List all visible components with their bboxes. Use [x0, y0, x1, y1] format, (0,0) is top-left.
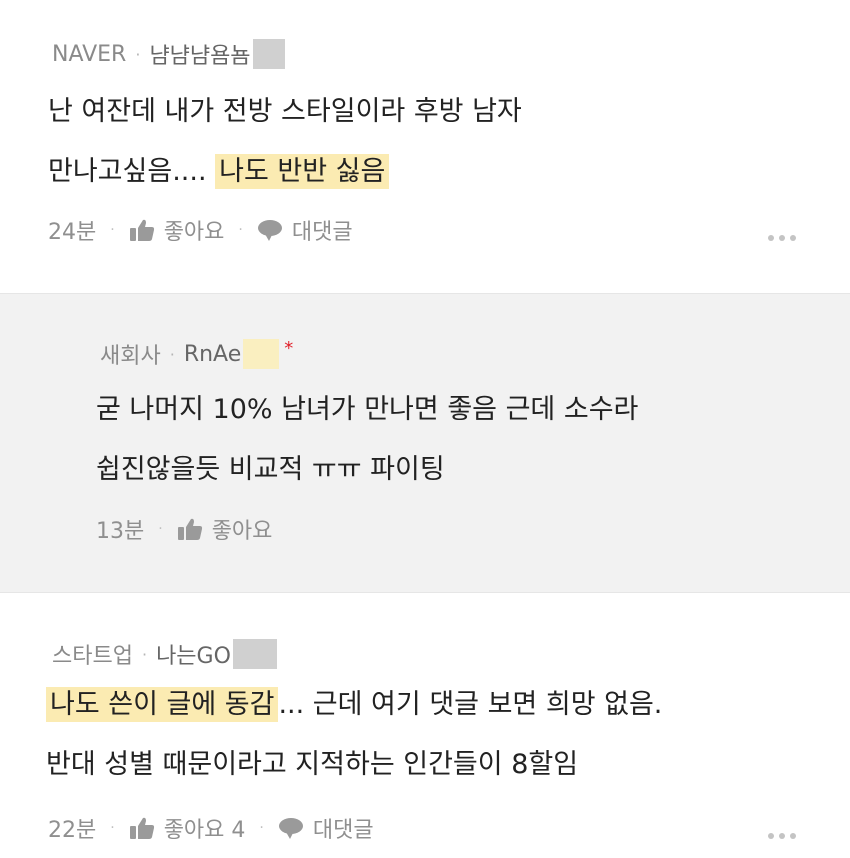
reply-comment-item: 새회사 · RnAe * 굳 나머지 10% 남녀가 만나면 좋음 근데 소수라…	[0, 293, 850, 593]
like-button[interactable]: 좋아요	[177, 513, 273, 545]
comment-meta: NAVER · 냠냠냠욤뇸	[52, 38, 285, 70]
comment-text: 나도 쓴이 글에 동감... 근데 여기 댓글 보면 희망 없음. 반대 성별 …	[46, 675, 662, 795]
username[interactable]: 나는GO	[156, 638, 231, 670]
thumbs-up-icon	[177, 518, 202, 540]
separator-dot: ·	[110, 820, 115, 836]
more-options-button[interactable]	[768, 235, 796, 241]
reply-label: 대댓글	[312, 818, 374, 843]
username[interactable]: RnAe	[184, 342, 241, 367]
thumbs-up-icon	[129, 219, 154, 241]
like-label: 좋아요	[211, 519, 273, 544]
like-label: 좋아요 4	[163, 818, 246, 843]
comment-line: 굳 나머지 10% 남녀가 만나면 좋음 근데 소수라	[96, 394, 639, 425]
thumbs-up-icon	[129, 817, 154, 839]
separator-dot: ·	[158, 521, 163, 537]
like-button[interactable]: 좋아요	[129, 214, 225, 246]
comment-actions: 24분 · 좋아요 · 대댓글	[48, 214, 353, 246]
comment-item: NAVER · 냠냠냠욤뇸 난 여잔데 내가 전방 스타일이라 후방 남자 만나…	[0, 0, 850, 293]
speech-bubble-icon	[278, 818, 303, 839]
reply-button[interactable]: 대댓글	[257, 214, 353, 246]
comment-meta: 스타트업 · 나는GO	[52, 638, 277, 670]
comment-item: 스타트업 · 나는GO 나도 쓴이 글에 동감... 근데 여기 댓글 보면 희…	[0, 593, 850, 858]
comment-line: 반대 성별 때문이라고 지적하는 인간들이 8할임	[46, 749, 579, 780]
company-label: 새회사	[100, 344, 161, 369]
comment-text: 굳 나머지 10% 남녀가 만나면 좋음 근데 소수라 쉽진않을듯 비교적 ㅠㅠ…	[96, 380, 638, 500]
comment-text: 난 여잔데 내가 전방 스타일이라 후방 남자 만나고싶음.... 나도 반반 …	[48, 82, 522, 202]
highlighted-text: 나도 쓴이 글에 동감	[46, 687, 279, 722]
highlighted-text: 나도 반반 싫음	[215, 154, 390, 189]
reply-button[interactable]: 대댓글	[278, 812, 374, 844]
separator-dot: ·	[169, 344, 175, 364]
speech-bubble-icon	[257, 220, 282, 241]
separator-dot: ·	[141, 644, 148, 664]
comment-line: 만나고싶음.... 나도 반반 싫음	[48, 142, 522, 202]
timestamp: 22분	[48, 818, 97, 843]
reply-label: 대댓글	[291, 220, 353, 245]
redacted-name	[243, 339, 280, 369]
comment-actions: 22분 · 좋아요 4 · 대댓글	[48, 812, 374, 844]
username[interactable]: 냠냠냠욤뇸	[149, 38, 250, 70]
comment-actions: 13분 · 좋아요	[96, 513, 272, 545]
company-label: NAVER	[52, 41, 127, 67]
like-label: 좋아요	[163, 220, 225, 245]
more-dots-icon	[768, 235, 774, 241]
comment-line: 쉽진않을듯 비교적 ㅠㅠ 파이팅	[96, 454, 445, 485]
author-star: *	[284, 338, 294, 359]
separator-dot: ·	[238, 222, 243, 238]
more-dots-icon	[768, 833, 774, 839]
like-button[interactable]: 좋아요 4	[129, 812, 246, 844]
timestamp: 24분	[48, 220, 97, 245]
company-label: 스타트업	[52, 644, 133, 669]
separator-dot: ·	[259, 820, 264, 836]
redacted-name	[252, 39, 285, 69]
comment-meta: 새회사 · RnAe *	[100, 338, 293, 370]
comment-line: 난 여잔데 내가 전방 스타일이라 후방 남자	[48, 96, 522, 127]
more-options-button[interactable]	[768, 833, 796, 839]
comment-line: 나도 쓴이 글에 동감... 근데 여기 댓글 보면 희망 없음.	[46, 675, 662, 735]
redacted-name	[232, 639, 277, 669]
separator-dot: ·	[135, 44, 141, 64]
separator-dot: ·	[110, 222, 115, 238]
timestamp: 13분	[96, 519, 145, 544]
